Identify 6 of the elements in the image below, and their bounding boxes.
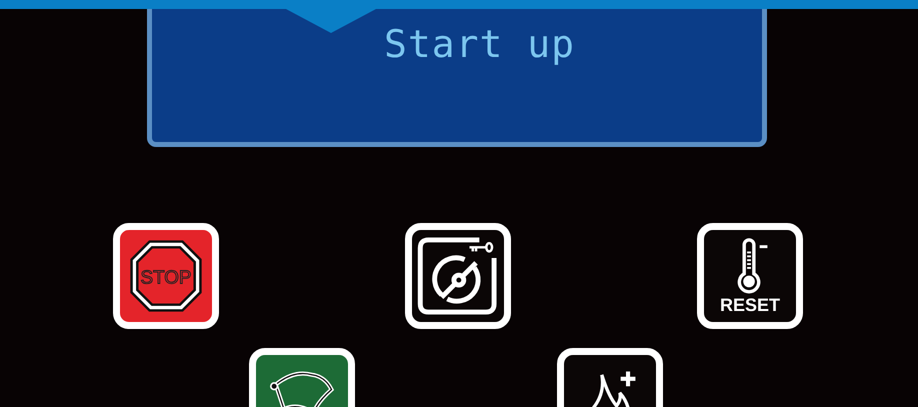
disc-key-icon bbox=[417, 235, 499, 317]
reset-button[interactable]: RESET bbox=[697, 223, 803, 329]
reset-label: RESET bbox=[720, 295, 780, 315]
key-disc-button[interactable] bbox=[405, 223, 511, 329]
display-title: Start up bbox=[384, 21, 576, 68]
stop-label: STOP bbox=[140, 266, 192, 288]
